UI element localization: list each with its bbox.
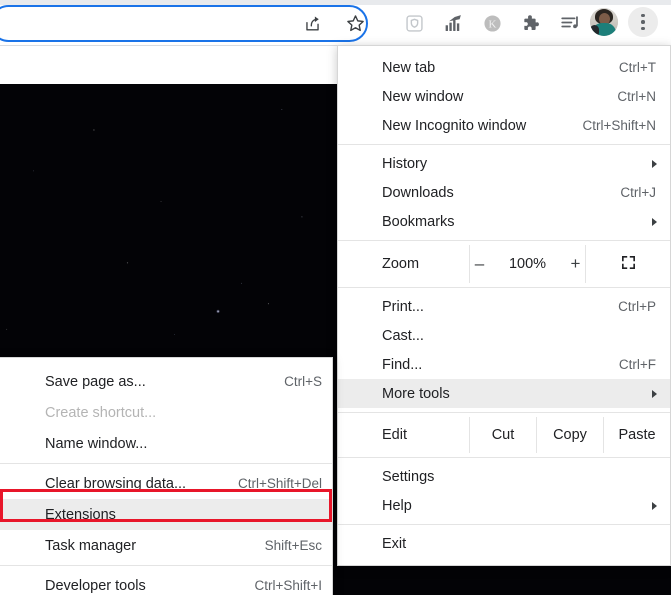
menu-item-label: Task manager (45, 537, 137, 554)
menu-item-help[interactable]: Help (338, 491, 670, 520)
zoom-label: Zoom (382, 256, 420, 272)
menu-item-label: New tab (382, 59, 436, 76)
profile-avatar[interactable] (590, 8, 618, 36)
edit-copy-button[interactable]: Copy (536, 417, 603, 453)
menu-item-label: Settings (382, 468, 435, 485)
menu-item-label: Downloads (382, 184, 454, 201)
share-icon[interactable] (297, 8, 327, 38)
menu-item-label: Name window... (45, 435, 148, 452)
submenu-item-clear-browsing-data[interactable]: Clear browsing data... Ctrl+Shift+Del (0, 468, 332, 499)
more-tools-submenu[interactable]: Save page as... Ctrl+S Create shortcut..… (0, 357, 333, 595)
menu-item-bookmarks[interactable]: Bookmarks (338, 207, 670, 236)
menu-item-shortcut: Ctrl+F (618, 357, 656, 372)
menu-group-exit: Exit (338, 529, 670, 558)
chevron-right-icon (652, 389, 657, 398)
menu-item-new-window[interactable]: New window Ctrl+N (338, 82, 670, 111)
svg-text:K: K (488, 18, 496, 30)
submenu-group-developer: Developer tools Ctrl+Shift+I (0, 570, 332, 595)
menu-divider (338, 287, 670, 288)
menu-item-label: Save page as... (45, 373, 146, 390)
menu-item-label: Exit (382, 535, 407, 552)
zoom-in-button[interactable]: + (567, 254, 585, 274)
address-bar-input[interactable] (6, 7, 276, 40)
menu-divider (338, 457, 670, 458)
menu-item-downloads[interactable]: Downloads Ctrl+J (338, 178, 670, 207)
menu-item-label: History (382, 155, 428, 172)
menu-item-label: Create shortcut... (45, 404, 157, 421)
menu-group-tools: Print... Ctrl+P Cast... Find... Ctrl+F M… (338, 292, 670, 408)
browser-toolbar: K (0, 0, 671, 46)
bookmark-star-icon[interactable] (340, 8, 370, 38)
fullscreen-icon (620, 254, 637, 275)
chevron-right-icon (652, 217, 657, 226)
menu-item-history[interactable]: History (338, 149, 670, 178)
analytics-chart-extension-icon[interactable] (438, 8, 468, 38)
menu-item-settings[interactable]: Settings (338, 462, 670, 491)
menu-item-shortcut: Ctrl+Shift+N (582, 118, 656, 133)
menu-divider (338, 412, 670, 413)
submenu-item-extensions[interactable]: Extensions (0, 499, 332, 530)
menu-item-label: Print... (382, 298, 424, 315)
submenu-divider (0, 463, 332, 464)
menu-item-label: More tools (382, 385, 450, 402)
submenu-item-developer-tools[interactable]: Developer tools Ctrl+Shift+I (0, 570, 332, 595)
menu-group-new: New tab Ctrl+T New window Ctrl+N New Inc… (338, 53, 670, 140)
puzzle-extensions-icon[interactable] (516, 8, 546, 38)
three-dot-menu-icon[interactable] (628, 7, 658, 37)
menu-item-shortcut: Shift+Esc (264, 538, 322, 553)
menu-item-shortcut: Ctrl+P (618, 299, 656, 314)
menu-item-shortcut: Ctrl+Shift+I (254, 578, 322, 593)
fullscreen-button[interactable] (586, 245, 670, 283)
menu-item-new-tab[interactable]: New tab Ctrl+T (338, 53, 670, 82)
zoom-controls: – 100% + (469, 245, 586, 283)
submenu-item-name-window[interactable]: Name window... (0, 428, 332, 459)
menu-item-shortcut: Ctrl+J (620, 185, 656, 200)
submenu-item-create-shortcut: Create shortcut... (0, 397, 332, 428)
menu-item-shortcut: Ctrl+T (618, 60, 656, 75)
menu-item-label: Clear browsing data... (45, 475, 187, 492)
submenu-item-task-manager[interactable]: Task manager Shift+Esc (0, 530, 332, 561)
shield-extension-icon[interactable] (399, 8, 429, 38)
menu-row-edit: Edit Cut Copy Paste (338, 417, 670, 453)
menu-group-settings: Settings Help (338, 462, 670, 520)
menu-row-zoom: Zoom – 100% + (338, 245, 670, 283)
menu-item-label: Bookmarks (382, 213, 455, 230)
menu-item-label: Extensions (45, 506, 116, 523)
menu-item-new-incognito-window[interactable]: New Incognito window Ctrl+Shift+N (338, 111, 670, 140)
menu-item-label: Developer tools (45, 577, 146, 594)
menu-item-cast[interactable]: Cast... (338, 321, 670, 350)
menu-item-label: New window (382, 88, 464, 105)
menu-item-label: Find... (382, 356, 423, 373)
menu-item-more-tools[interactable]: More tools (338, 379, 670, 408)
menu-item-print[interactable]: Print... Ctrl+P (338, 292, 670, 321)
edit-label: Edit (382, 427, 407, 443)
k-circle-extension-icon[interactable]: K (477, 8, 507, 38)
menu-item-label: Help (382, 497, 412, 514)
menu-item-label: New Incognito window (382, 117, 527, 134)
menu-group-browsing: History Downloads Ctrl+J Bookmarks (338, 149, 670, 236)
submenu-group-tools: Clear browsing data... Ctrl+Shift+Del Ex… (0, 468, 332, 561)
menu-item-shortcut: Ctrl+Shift+Del (237, 476, 322, 491)
submenu-divider (0, 565, 332, 566)
menu-divider (338, 524, 670, 525)
menu-item-exit[interactable]: Exit (338, 529, 670, 558)
chevron-right-icon (652, 501, 657, 510)
browser-screenshot: K New tab Ctrl+T New window Ctrl+N New I… (0, 0, 671, 595)
edit-cut-button[interactable]: Cut (469, 417, 536, 453)
menu-item-shortcut: Ctrl+N (617, 89, 656, 104)
edit-paste-button[interactable]: Paste (603, 417, 670, 453)
media-playlist-icon[interactable] (555, 8, 585, 38)
menu-item-label: Cast... (382, 327, 424, 344)
chevron-right-icon (652, 159, 657, 168)
menu-item-find[interactable]: Find... Ctrl+F (338, 350, 670, 379)
submenu-item-save-page-as[interactable]: Save page as... Ctrl+S (0, 366, 332, 397)
menu-item-shortcut: Ctrl+S (284, 374, 322, 389)
menu-divider (338, 144, 670, 145)
chrome-main-menu[interactable]: New tab Ctrl+T New window Ctrl+N New Inc… (337, 45, 671, 566)
submenu-group-page: Save page as... Ctrl+S Create shortcut..… (0, 366, 332, 459)
zoom-out-button[interactable]: – (471, 254, 489, 274)
zoom-level-value: 100% (508, 256, 547, 272)
menu-divider (338, 240, 670, 241)
